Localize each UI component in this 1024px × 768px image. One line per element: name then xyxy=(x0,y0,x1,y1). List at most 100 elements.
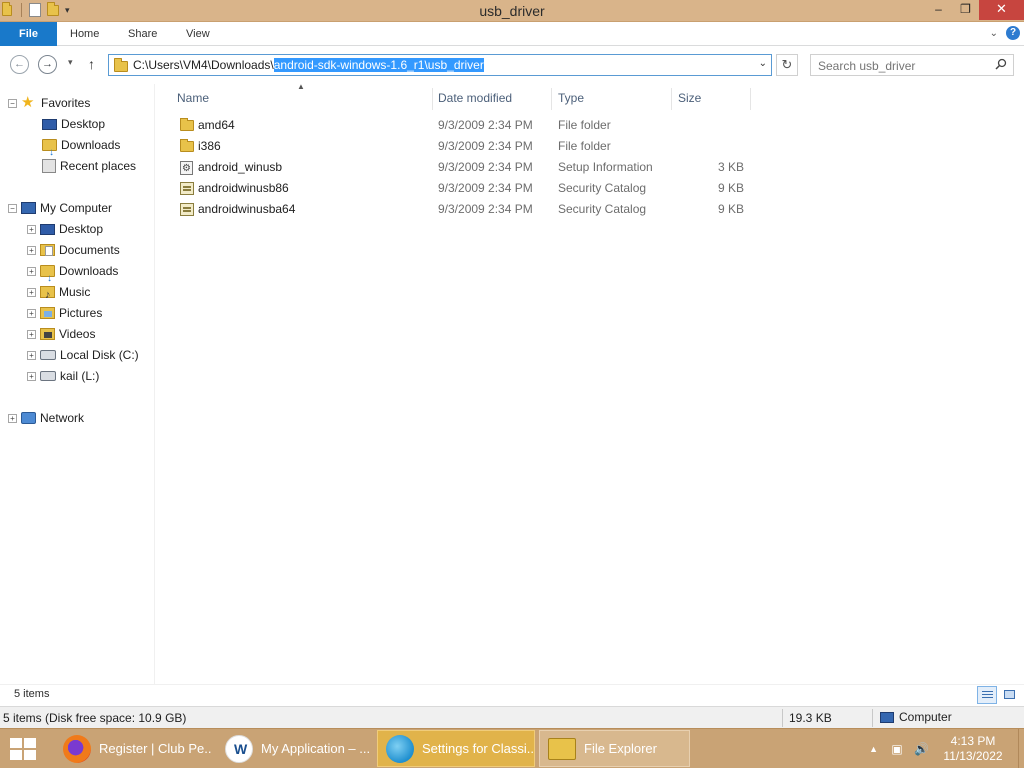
pictures-folder-icon xyxy=(40,307,55,319)
network-status-icon[interactable]: ▣ xyxy=(890,742,904,756)
table-row[interactable]: androidwinusba64 9/3/2009 2:34 PM Securi… xyxy=(170,199,750,220)
tree-item-documents[interactable]: + Documents xyxy=(27,240,120,260)
expand-icon[interactable]: + xyxy=(27,287,36,297)
tree-item-favorites[interactable]: − ★ Favorites xyxy=(8,93,90,113)
tree-item-kail-drive[interactable]: + kail (L:) xyxy=(27,366,99,386)
taskbar: Register | Club Pe... My Application – .… xyxy=(0,728,1024,768)
search-input[interactable] xyxy=(818,58,988,73)
file-name: amd64 xyxy=(198,118,235,132)
tree-item-local-disk[interactable]: + Local Disk (C:) xyxy=(27,345,139,365)
expand-icon[interactable]: + xyxy=(27,371,36,381)
search-box[interactable] xyxy=(810,54,1014,76)
column-divider[interactable] xyxy=(432,88,433,110)
column-header-type[interactable]: Type xyxy=(558,88,668,108)
tree-item-videos[interactable]: + Videos xyxy=(27,324,95,344)
windows-logo-icon xyxy=(24,750,36,760)
large-icons-view-icon xyxy=(1004,690,1015,699)
file-date: 9/3/2009 2:34 PM xyxy=(438,181,533,195)
expand-icon[interactable]: + xyxy=(27,245,36,255)
local-disk-icon xyxy=(40,350,56,360)
column-header-name[interactable]: Name xyxy=(177,88,427,108)
selection-size: 19.3 KB xyxy=(789,711,832,725)
details-view-icon xyxy=(982,691,993,692)
address-path-selected: android-sdk-windows-1.6_r1\usb_driver xyxy=(273,58,484,72)
column-divider[interactable] xyxy=(750,88,751,110)
clock[interactable]: 4:13 PM 11/13/2022 xyxy=(938,734,1008,764)
expand-icon[interactable]: + xyxy=(27,329,36,339)
volume-icon[interactable]: 🔊 xyxy=(914,742,929,756)
file-type: File folder xyxy=(558,139,611,153)
expand-icon[interactable]: + xyxy=(27,224,36,234)
large-icons-view-button[interactable] xyxy=(999,686,1019,704)
column-divider[interactable] xyxy=(671,88,672,110)
taskbar-item-file-explorer[interactable]: File Explorer xyxy=(539,730,690,767)
taskbar-item-label: File Explorer xyxy=(584,741,657,756)
expand-ribbon-chevron-icon[interactable]: ⌄ xyxy=(990,28,998,39)
tree-label: Network xyxy=(40,411,85,425)
tree-item-network[interactable]: + Network xyxy=(8,408,84,428)
refresh-button[interactable]: ↻ xyxy=(776,54,798,76)
downloads-folder-icon: ↓ xyxy=(40,265,55,284)
tree-label: Pictures xyxy=(59,306,103,320)
address-dropdown-chevron-icon[interactable]: ⌄ xyxy=(759,58,767,69)
file-date: 9/3/2009 2:34 PM xyxy=(438,139,533,153)
tree-item-favorites-desktop[interactable]: Desktop xyxy=(42,114,105,134)
expand-icon[interactable]: + xyxy=(27,266,36,276)
column-divider[interactable] xyxy=(551,88,552,110)
close-button[interactable]: ✕ xyxy=(979,0,1024,20)
tree-item-music[interactable]: + Music xyxy=(27,282,90,305)
help-icon[interactable]: ? xyxy=(1006,26,1020,40)
tree-item-computer-downloads[interactable]: + ↓ Downloads xyxy=(27,261,118,284)
expand-icon[interactable]: + xyxy=(27,308,36,318)
tree-item-pictures[interactable]: + Pictures xyxy=(27,303,102,323)
navigation-pane: − ★ Favorites Desktop ↓ Downloads Recent… xyxy=(0,84,155,684)
windows-logo-icon xyxy=(24,738,36,748)
taskbar-item-firefox[interactable]: Register | Club Pe... xyxy=(54,730,212,767)
show-hidden-icons-chevron-icon[interactable]: ▲ xyxy=(869,744,878,754)
tree-item-computer-desktop[interactable]: + Desktop xyxy=(27,219,103,239)
back-button[interactable]: ← xyxy=(10,55,29,74)
system-tray: ▲ ▣ 🔊 4:13 PM 11/13/2022 xyxy=(869,729,1024,768)
table-row[interactable]: i386 9/3/2009 2:34 PM File folder xyxy=(170,136,750,157)
tab-view[interactable]: View xyxy=(186,22,210,46)
setup-file-icon xyxy=(180,158,193,179)
tree-label: Videos xyxy=(59,327,96,341)
tab-file[interactable]: File xyxy=(0,22,57,46)
tree-label: Documents xyxy=(59,243,120,257)
tab-home[interactable]: Home xyxy=(70,22,99,46)
tree-item-favorites-downloads[interactable]: ↓ Downloads xyxy=(42,135,120,158)
expand-icon[interactable]: + xyxy=(8,413,17,423)
tab-share[interactable]: Share xyxy=(128,22,157,46)
tree-label: kail (L:) xyxy=(60,369,100,383)
divider xyxy=(782,709,783,727)
recent-locations-chevron-icon[interactable]: ▾ xyxy=(68,57,73,68)
start-button[interactable] xyxy=(10,738,38,760)
column-header-date-modified[interactable]: Date modified xyxy=(438,88,548,108)
show-desktop-button[interactable] xyxy=(1018,729,1024,768)
table-row[interactable]: android_winusb 9/3/2009 2:34 PM Setup In… xyxy=(170,157,750,179)
folder-icon xyxy=(114,58,128,72)
computer-icon xyxy=(21,202,36,214)
column-header-size[interactable]: Size xyxy=(678,88,748,108)
tree-item-my-computer[interactable]: − My Computer xyxy=(8,198,112,218)
details-view-button[interactable] xyxy=(977,686,997,704)
catalog-file-icon xyxy=(180,203,194,216)
taskbar-item-settings[interactable]: Settings for Classi... xyxy=(377,730,535,767)
table-row[interactable]: androidwinusb86 9/3/2009 2:34 PM Securit… xyxy=(170,178,750,199)
forward-button[interactable]: → xyxy=(38,55,57,74)
tree-item-recent-places[interactable]: Recent places xyxy=(42,156,136,176)
taskbar-item-webstorm[interactable]: My Application – ... xyxy=(216,730,374,767)
window-title: usb_driver xyxy=(479,3,545,19)
table-row[interactable]: amd64 9/3/2009 2:34 PM File folder xyxy=(170,115,750,136)
expand-icon[interactable]: + xyxy=(27,350,36,360)
address-path[interactable]: C:\Users\VM4\Downloads\android-sdk-windo… xyxy=(133,58,484,72)
maximize-button[interactable]: ❐ xyxy=(952,0,979,20)
address-bar[interactable]: C:\Users\VM4\Downloads\android-sdk-windo… xyxy=(108,54,772,76)
collapse-icon[interactable]: − xyxy=(8,203,17,213)
up-arrow-icon[interactable]: ↑ xyxy=(88,56,95,72)
collapse-icon[interactable]: − xyxy=(8,98,17,108)
star-icon: ★ xyxy=(21,94,35,111)
file-name: androidwinusb86 xyxy=(198,181,289,195)
search-icon[interactable] xyxy=(995,58,1007,70)
minimize-button[interactable]: – xyxy=(925,0,952,20)
